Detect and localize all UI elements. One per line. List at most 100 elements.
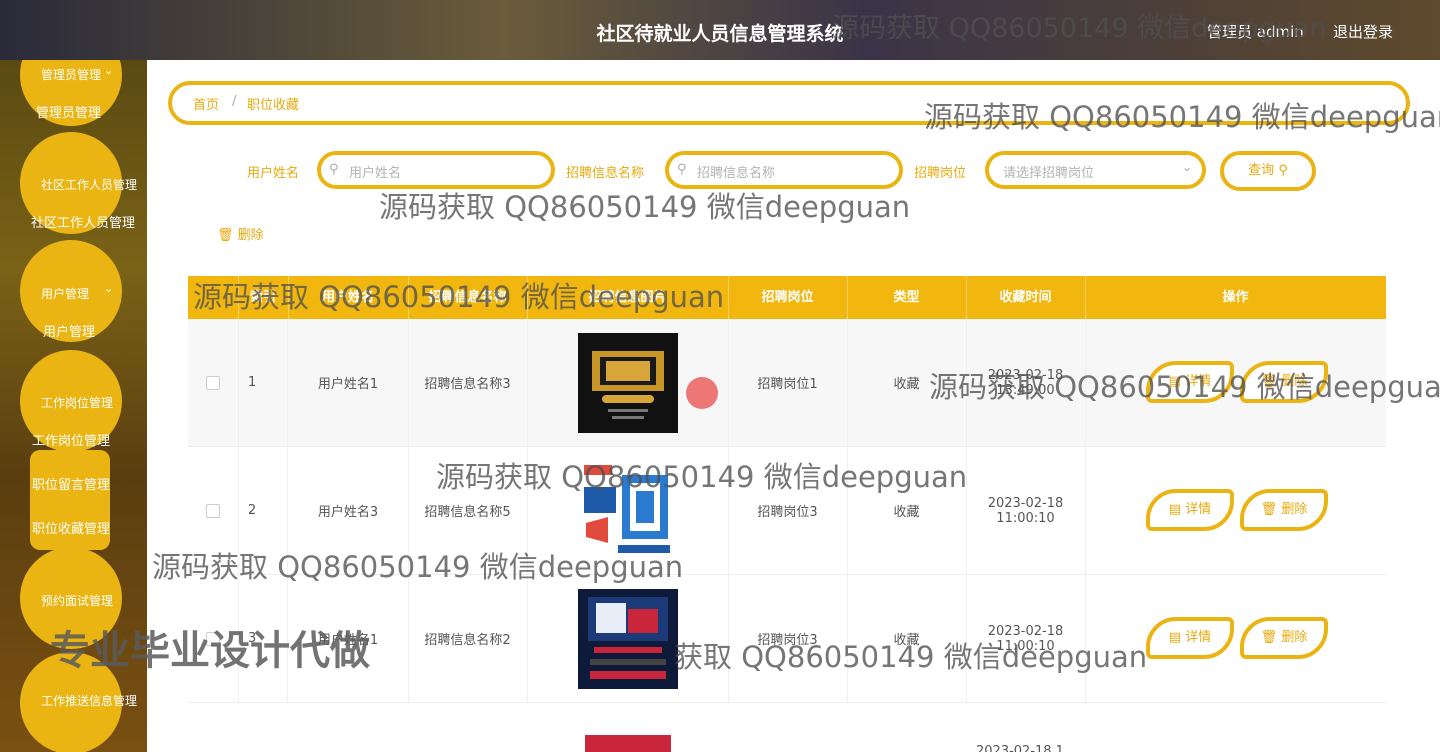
detail-button[interactable]: ▤ 详情 [1146,361,1234,403]
breadcrumb: 首页 / 职位收藏 [168,81,1410,125]
search-icon: ⚲ [1278,163,1288,178]
job-poster-image[interactable] [577,460,678,561]
table-row: 2023-02-18 1 [188,703,1386,752]
job-poster-image[interactable] [577,332,678,433]
job-poster-image[interactable] [585,735,671,752]
row-type: 收藏 [847,447,967,574]
sidebar-subitem-community-staff[interactable]: 社区工作人员管理 [31,212,135,231]
sidebar-item-admin[interactable]: 管理员管理 [41,66,101,83]
row-actions-cell [1085,319,1386,446]
search-icon: ⚲ [329,162,339,177]
trash-icon: 🗑 [1260,374,1282,389]
detail-label: 详情 [1185,630,1212,645]
row-image-cell [527,575,729,702]
job-poster-image[interactable] [577,588,678,689]
row-time: 2023-02-18 1 [976,744,1064,752]
header-jobinfo: 招聘信息名称 [408,276,528,319]
table-row: 2 用户姓名3 招聘信息名称5 招聘岗位3 收藏 2023-02-18 11:0… [188,447,1386,575]
row-checkbox[interactable] [206,503,220,518]
row-username: 用户姓名3 [288,447,409,574]
sidebar-subitem-admin[interactable]: 管理员管理 [36,102,101,121]
position-placeholder: 请选择招聘岗位 [1003,166,1095,181]
breadcrumb-current: 职位收藏 [247,98,300,113]
sidebar-item-community-staff[interactable]: 社区工作人员管理 [41,176,137,193]
row-image-cell [527,447,729,574]
sidebar-item-interviews[interactable]: 预约面试管理 [41,592,113,609]
search-icon: ⚲ [677,162,687,177]
row-actions-cell [1085,575,1386,702]
position-select[interactable]: 请选择招聘岗位 ⌄ [985,151,1206,189]
username-input[interactable]: ⚲ 用户姓名 [317,151,555,189]
delete-button[interactable]: 🗑 删除 [1240,489,1328,531]
row-position: 招聘岗位3 [728,575,848,702]
sidebar-item-users[interactable]: 用户管理 [41,285,89,302]
trash-icon: 🗑 [217,228,238,243]
row-jobinfo: 招聘信息名称2 [408,575,528,702]
row-time: 2023-02-18 13:49:00 [966,319,1086,446]
sidebar-item-job-push[interactable]: 工作推送信息管理 [41,692,137,709]
row-username: 用户姓名1 [288,319,409,446]
header-actions: 操作 [1222,290,1249,305]
row-position: 招聘岗位3 [728,447,848,574]
promo-watermark: 专业毕业设计代做 [50,628,370,674]
mouse-cursor-highlight [686,377,718,409]
sidebar-item-positions[interactable]: 工作岗位管理 [41,394,113,411]
breadcrumb-home[interactable]: 首页 [193,94,219,113]
file-icon: ▤ [1168,374,1186,389]
header-time: 收藏时间 [966,276,1086,319]
detail-label: 详情 [1185,374,1212,389]
username-filter-label: 用户姓名 [247,166,300,181]
header-image: 招聘信息图片 [527,276,729,319]
trash-icon: 🗑 [1260,630,1282,645]
row-checkbox-cell [188,319,239,446]
delete-label: 删除 [1281,374,1308,389]
sidebar-subitem-job-favorites[interactable]: 职位收藏管理 [32,518,110,537]
row-index: 2 [238,447,288,574]
query-button[interactable]: 查询 ⚲ [1220,151,1316,191]
row-type: 收藏 [847,319,967,446]
header-username: 用户姓名 [288,276,409,319]
top-header: 社区待就业人员信息管理系统 管理员 admin 退出登录 [0,0,1440,60]
delete-label: 删除 [1281,630,1308,645]
header-select-all[interactable] [188,276,239,319]
position-filter-label: 招聘岗位 [914,166,967,181]
logout-link[interactable]: 退出登录 [1333,21,1393,42]
file-icon: ▤ [1168,502,1186,517]
detail-button[interactable]: ▤ 详情 [1146,489,1234,531]
sidebar-subitem-users[interactable]: 用户管理 [43,321,95,340]
row-position: 招聘岗位1 [728,319,848,446]
delete-button[interactable]: 🗑 删除 [1240,617,1328,659]
chevron-down-icon: ⌄ [104,64,114,77]
breadcrumb-separator: / [232,94,237,109]
jobinfo-input[interactable]: ⚲ 招聘信息名称 [665,151,903,189]
delete-button[interactable]: 🗑 删除 [1240,361,1328,403]
table-row: 1 用户姓名1 招聘信息名称3 招聘岗位1 收藏 2023-02-18 13:4… [188,319,1386,447]
chevron-down-icon: ⌄ [104,282,114,295]
current-user: 管理员 admin [1207,23,1304,41]
row-actions-cell [1085,447,1386,574]
row-time: 2023-02-18 11:00:10 [966,447,1086,574]
row-type: 收藏 [847,575,967,702]
header-type: 类型 [847,276,967,319]
detail-label: 详情 [1185,502,1212,517]
header-index: 索引 [238,276,289,319]
row-checkbox[interactable] [206,375,220,390]
jobinfo-filter-label: 招聘信息名称 [566,166,645,181]
username-placeholder: 用户姓名 [349,166,402,181]
sidebar-subitem-job-messages[interactable]: 职位留言管理 [32,474,110,493]
trash-icon: 🗑 [1260,502,1282,517]
table-header: 索引 用户姓名 招聘信息名称 招聘信息图片 招聘岗位 类型 收藏时间 操作 [188,276,1386,319]
delete-label: 删除 [1281,502,1308,517]
row-checkbox-cell [188,447,239,574]
row-time: 2023-02-18 11:00:10 [966,575,1086,702]
row-index: 1 [238,319,288,446]
chevron-down-icon: ⌄ [1181,160,1192,174]
batch-delete-label: 删除 [237,228,264,243]
sidebar-subitem-positions[interactable]: 工作岗位管理 [32,430,110,449]
detail-button[interactable]: ▤ 详情 [1146,617,1234,659]
header-position: 招聘岗位 [728,276,848,319]
row-jobinfo: 招聘信息名称5 [408,447,528,574]
batch-delete-button[interactable]: 🗑 删除 [217,224,264,243]
file-icon: ▤ [1168,630,1186,645]
jobinfo-placeholder: 招聘信息名称 [697,166,776,181]
